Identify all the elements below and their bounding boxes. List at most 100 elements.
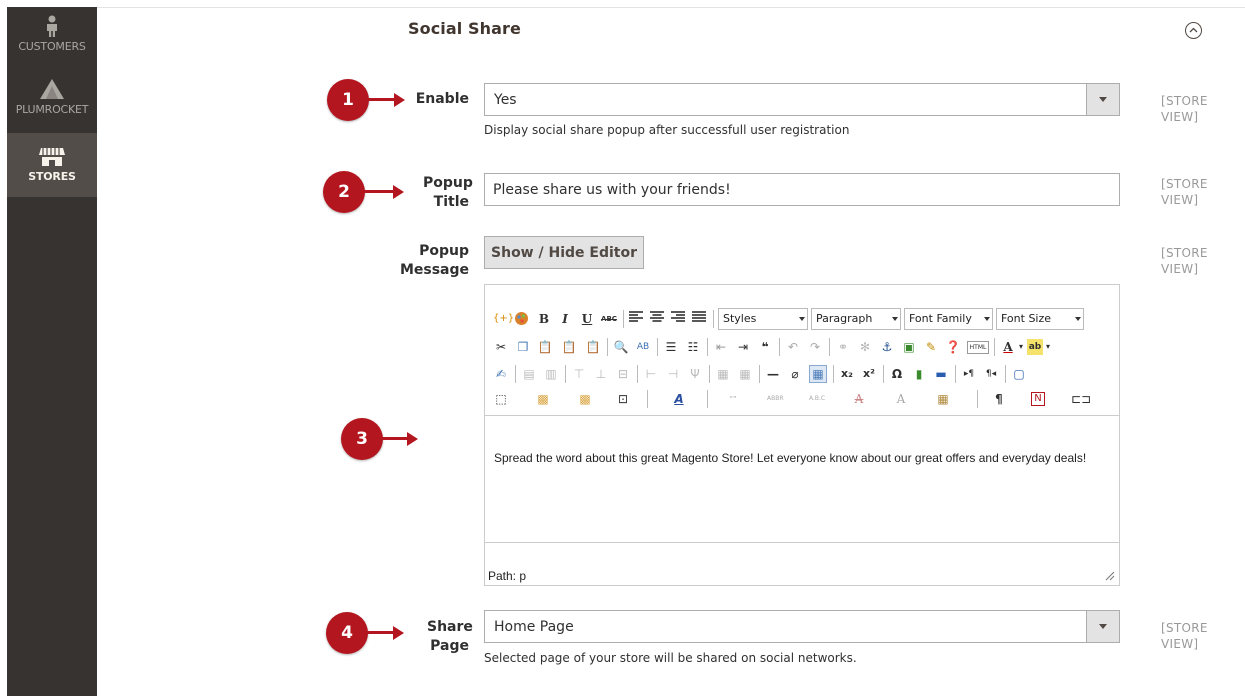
unlink-icon[interactable]: ✻ <box>857 339 873 355</box>
ltr-icon[interactable]: ▸¶ <box>961 366 977 382</box>
sidebar-item-plumrocket[interactable]: PLUMROCKET <box>7 75 97 131</box>
font-family-dropdown[interactable]: Font Family <box>904 308 993 330</box>
toolbar-separator <box>709 365 710 383</box>
insert-row-before-icon[interactable]: ⊤ <box>571 366 587 382</box>
dropdown-label: Font Family <box>909 312 972 325</box>
show-hide-editor-button[interactable]: Show / Hide Editor <box>484 236 644 269</box>
image-icon[interactable]: ▣ <box>901 339 917 355</box>
help-icon[interactable]: ❓ <box>945 339 961 355</box>
cite-icon[interactable]: “” <box>725 391 741 407</box>
merge-cells-icon[interactable]: ▦ <box>737 366 753 382</box>
insert-col-after-icon[interactable]: ⊣ <box>665 366 681 382</box>
insert-row-after-icon[interactable]: ⊥ <box>593 366 609 382</box>
replace-icon[interactable]: AB <box>635 339 651 355</box>
select-arrow[interactable] <box>1086 84 1119 115</box>
undo-icon[interactable]: ↶ <box>785 339 801 355</box>
insert-col-before-icon[interactable]: ⊢ <box>643 366 659 382</box>
preview-icon[interactable]: ▢ <box>1011 366 1027 382</box>
superscript-icon[interactable]: x² <box>861 366 877 382</box>
sidebar-item-stores[interactable]: STORES <box>7 133 97 197</box>
attributes-icon[interactable]: ▦ <box>935 391 951 407</box>
blockquote-icon[interactable]: ❝ <box>757 339 773 355</box>
page-break-icon[interactable]: ⊏⊐ <box>1071 391 1091 407</box>
chevron-down-icon[interactable]: ▾ <box>1044 339 1052 355</box>
anchor-icon[interactable]: ⚓ <box>879 339 895 355</box>
acronym-icon[interactable]: A.B.C <box>809 391 825 407</box>
align-justify-icon[interactable] <box>691 311 707 327</box>
cut-icon[interactable]: ✂ <box>493 339 509 355</box>
subscript-icon[interactable]: x₂ <box>839 366 855 382</box>
html-source-icon[interactable]: HTML <box>967 341 989 354</box>
styleprops-icon[interactable]: A <box>671 391 687 407</box>
numbered-list-icon[interactable]: ☷ <box>685 339 701 355</box>
rtl-icon[interactable]: ¶◂ <box>983 366 999 382</box>
indent-icon[interactable]: ⇥ <box>735 339 751 355</box>
align-right-icon[interactable] <box>670 311 686 327</box>
align-left-icon[interactable] <box>628 311 644 327</box>
styles-dropdown[interactable]: Styles <box>718 308 808 330</box>
link-icon[interactable]: ⚭ <box>835 339 851 355</box>
chevron-up-circle-icon[interactable] <box>1185 22 1202 39</box>
scope-label: [STORE VIEW] <box>1161 177 1208 207</box>
insert-table-icon[interactable]: ▦ <box>809 365 827 383</box>
redo-icon[interactable]: ↷ <box>807 339 823 355</box>
abbr-icon[interactable]: ABBR <box>767 391 784 407</box>
insert-variable-icon[interactable]: {+} <box>493 311 514 327</box>
find-icon[interactable]: 🔍 <box>613 339 629 355</box>
paste-icon[interactable]: 📋 <box>537 339 553 355</box>
strikethrough-icon[interactable]: ABC <box>601 311 617 327</box>
share-page-select-value: Home Page <box>494 619 574 635</box>
toolbar-separator <box>994 338 995 356</box>
paste-word-icon[interactable]: 📋 <box>585 339 601 355</box>
special-char-icon[interactable]: Ω <box>889 366 905 382</box>
italic-icon[interactable]: I <box>557 311 573 327</box>
horizontal-rule-icon[interactable]: — <box>765 366 781 382</box>
copy-icon[interactable]: ❐ <box>515 339 531 355</box>
section-title[interactable]: Social Share <box>408 19 521 38</box>
non-breaking-icon[interactable]: N <box>1031 392 1045 406</box>
underline-icon[interactable]: U <box>579 311 595 327</box>
delete-text-icon[interactable]: A <box>851 391 867 407</box>
fullscreen-icon[interactable]: ▬ <box>933 366 949 382</box>
share-page-select[interactable]: Home Page <box>484 610 1120 643</box>
cleanup-icon[interactable]: ✎ <box>923 339 939 355</box>
delete-col-icon[interactable]: Ψ <box>687 366 703 382</box>
table-row-props-icon[interactable]: ▤ <box>521 366 537 382</box>
outdent-icon[interactable]: ⇤ <box>713 339 729 355</box>
resize-handle-icon[interactable] <box>1105 571 1115 581</box>
enable-note: Display social share popup after success… <box>484 123 850 137</box>
media-icon[interactable]: ▮ <box>911 366 927 382</box>
insert-layer-icon[interactable]: ▩ <box>535 391 551 407</box>
insert-widget-icon[interactable] <box>513 311 529 327</box>
text-color-icon[interactable]: A <box>1000 339 1016 355</box>
editor-content[interactable]: Spread the word about this great Magento… <box>494 451 1094 466</box>
select-arrow[interactable] <box>1086 611 1119 642</box>
element-path: Path: p <box>488 569 527 583</box>
font-size-dropdown[interactable]: Font Size <box>996 308 1084 330</box>
delete-row-icon[interactable]: ⊟ <box>615 366 631 382</box>
toolbar-separator <box>623 310 624 328</box>
wysiwyg-editor[interactable]: {+} B I U ABC Styles Paragraph Font Fami… <box>484 284 1120 586</box>
remove-format-icon[interactable]: ⌀ <box>787 366 803 382</box>
move-layer-icon[interactable]: ▩ <box>577 391 593 407</box>
background-color-icon[interactable]: ab <box>1027 339 1043 355</box>
paragraph-dropdown[interactable]: Paragraph <box>811 308 901 330</box>
sidebar-item-customers[interactable]: CUSTOMERS <box>7 11 97 67</box>
bullet-list-icon[interactable]: ☰ <box>663 339 679 355</box>
paste-text-icon[interactable]: 📋 <box>561 339 577 355</box>
align-center-icon[interactable] <box>649 311 665 327</box>
callout-badge: 4 <box>326 612 368 654</box>
toolbar-separator <box>829 338 830 356</box>
callout-arrow <box>380 437 409 440</box>
split-cells-icon[interactable]: ▦ <box>715 366 731 382</box>
popup-title-input[interactable] <box>484 173 1120 206</box>
chevron-down-icon[interactable]: ▾ <box>1017 339 1025 355</box>
select-all-icon[interactable]: ⬚ <box>493 391 509 407</box>
bold-icon[interactable]: B <box>536 311 552 327</box>
enable-select[interactable]: Yes <box>484 83 1120 116</box>
visual-chars-icon[interactable]: ¶ <box>991 391 1007 407</box>
insert-text-icon[interactable]: A <box>893 391 909 407</box>
edit-icon[interactable]: ✍ <box>493 366 509 382</box>
absolute-position-icon[interactable]: ⊡ <box>615 391 631 407</box>
table-cell-props-icon[interactable]: ▥ <box>543 366 559 382</box>
